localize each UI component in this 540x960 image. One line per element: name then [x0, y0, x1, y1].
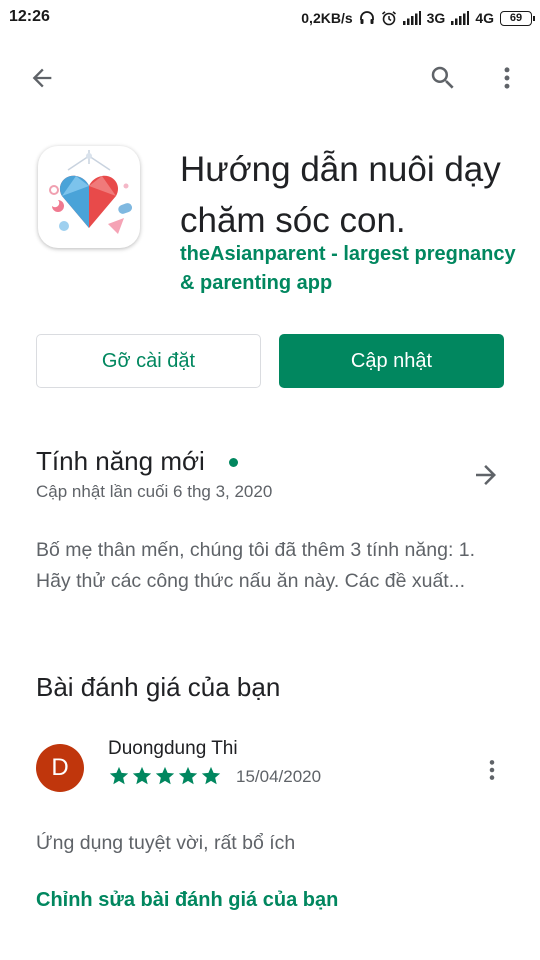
more-vert-icon: [489, 760, 495, 780]
app-title: Hướng dẫn nuôi dạy chăm sóc con.: [180, 150, 501, 240]
whats-new-arrow-button[interactable]: [466, 455, 506, 495]
star-icon: [201, 766, 221, 785]
review-author: Duongdung Thi: [108, 738, 238, 759]
network-type-3g: 3G: [426, 10, 446, 26]
app-icon: [38, 146, 140, 248]
overflow-menu-button[interactable]: [487, 58, 527, 98]
back-button[interactable]: [22, 58, 62, 98]
status-indicators: 0,2KB/s 3G 4G 69: [301, 8, 535, 28]
edit-review-link[interactable]: Chỉnh sửa bài đánh giá của bạn: [36, 889, 338, 912]
new-indicator-dot: [229, 458, 238, 467]
whats-new-updated: Cập nhật lần cuối 6 thg 3, 2020: [36, 482, 273, 501]
review-date: 15/04/2020: [236, 767, 322, 786]
battery-icon: 69: [500, 10, 535, 26]
search-icon: [431, 66, 454, 89]
star-icon: [178, 766, 198, 785]
your-review-title: Bài đánh giá của bạn: [36, 672, 281, 702]
signal-icon: [451, 11, 470, 25]
avatar: D: [36, 744, 84, 792]
alarm-icon: [381, 10, 397, 26]
review-more-button[interactable]: [472, 750, 512, 790]
status-time: 12:26: [9, 8, 50, 25]
star-icon: [155, 766, 175, 785]
uninstall-button[interactable]: Gỡ cài đặt: [36, 334, 261, 388]
search-button[interactable]: [423, 58, 463, 98]
star-icon: [132, 766, 152, 785]
review-text: Ứng dụng tuyệt vời, rất bổ ích: [36, 832, 296, 854]
whats-new-body: Bố mẹ thân mến, chúng tôi đã thêm 3 tính…: [36, 539, 476, 592]
arrow-forward-icon: [476, 465, 496, 485]
signal-icon: [402, 11, 421, 25]
network-type-4g: 4G: [475, 10, 494, 26]
whats-new-title: Tính năng mới: [36, 446, 205, 476]
review-rating: [108, 765, 222, 787]
headphones-icon: [359, 10, 375, 26]
star-icon: [109, 766, 129, 785]
more-vert-icon: [504, 67, 510, 89]
back-arrow-icon: [32, 68, 52, 88]
network-speed: 0,2KB/s: [301, 10, 353, 26]
update-button[interactable]: Cập nhật: [279, 334, 504, 388]
status-bar: 12:26 0,2KB/s 3G 4G 69: [0, 0, 540, 36]
developer-link[interactable]: theAsianparent - largest pregnancy & par…: [180, 240, 520, 298]
